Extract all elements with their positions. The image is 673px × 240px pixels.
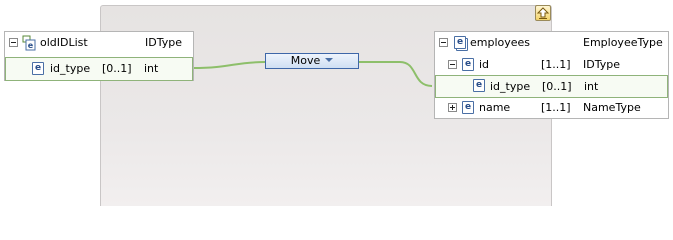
minus-expander-icon[interactable]	[448, 60, 457, 69]
target-row-name: id_type	[490, 80, 531, 93]
target-row-cardinality: [1..1]	[541, 58, 571, 71]
source-root-name: oldIDList	[40, 36, 88, 49]
target-row-cardinality: [1..1]	[541, 101, 571, 114]
element-list-icon: e	[454, 36, 466, 49]
target-root-name: employees	[470, 36, 531, 49]
target-row-type: NameType	[583, 101, 641, 114]
target-row-name[interactable]: e name [1..1] NameType	[435, 97, 668, 119]
source-tree: e oldIDList IDType e id_type [0..1] int	[4, 31, 194, 81]
target-tree: e employees EmployeeType e id [1..1] IDT…	[434, 31, 669, 119]
minus-expander-icon[interactable]	[9, 38, 18, 47]
move-transform-label: Move	[290, 54, 321, 67]
target-row-name: id	[479, 58, 490, 71]
target-row-id[interactable]: e id [1..1] IDType	[435, 54, 668, 76]
element-icon: e	[473, 79, 485, 92]
element-icon: e	[462, 101, 474, 114]
connector-move-to-target	[359, 61, 433, 87]
target-row-cardinality: [0..1]	[542, 80, 572, 93]
source-child-type: int	[144, 62, 159, 75]
target-row-type: int	[584, 80, 599, 93]
source-child-cardinality: [0..1]	[102, 62, 132, 75]
array-element-icon: e	[22, 35, 36, 51]
target-row-type: IDType	[583, 58, 620, 71]
source-child-name: id_type	[50, 62, 91, 75]
element-icon: e	[462, 58, 474, 71]
source-child-row[interactable]: e id_type [0..1] int	[5, 57, 193, 81]
connector-source-to-move	[192, 61, 266, 69]
move-transform-button[interactable]: Move	[265, 53, 359, 69]
source-root-row[interactable]: e oldIDList IDType	[5, 32, 193, 54]
target-root-type: EmployeeType	[583, 36, 663, 49]
element-icon: e	[32, 62, 44, 75]
plus-expander-icon[interactable]	[448, 103, 457, 112]
source-root-type: IDType	[145, 36, 182, 49]
svg-text:e: e	[28, 41, 34, 50]
target-row-id-type[interactable]: e id_type [0..1] int	[435, 75, 668, 98]
target-row-name-label: name	[479, 101, 511, 114]
target-root-row[interactable]: e employees EmployeeType	[435, 32, 668, 54]
minus-expander-icon[interactable]	[439, 38, 448, 47]
chevron-down-icon[interactable]	[325, 58, 334, 62]
